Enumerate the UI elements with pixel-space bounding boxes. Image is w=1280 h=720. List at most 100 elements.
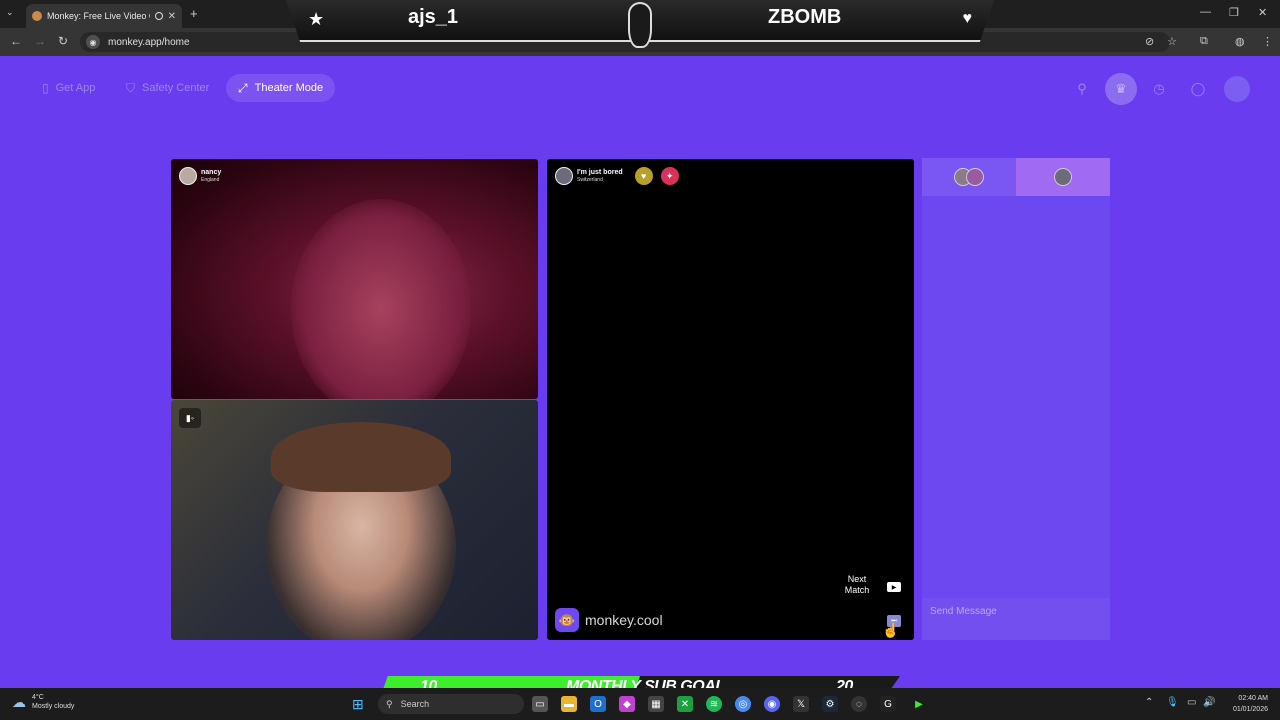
weather-temp: 4°C [32, 694, 44, 701]
camera-toggle-icon[interactable]: ▮◦ [179, 408, 201, 428]
maximize-icon[interactable]: ❐ [1229, 6, 1239, 19]
network-icon[interactable]: ▭ [1187, 697, 1196, 708]
chat-tab-nancy[interactable] [922, 158, 1016, 196]
weather-condition: Mostly cloudy [32, 703, 75, 710]
monkey-logo-icon: 🐵 [555, 608, 579, 632]
chat-panel: Send Message [922, 158, 1110, 640]
extensions-icon[interactable]: ⧉ [1200, 35, 1208, 48]
browser-tab[interactable]: Monkey: Free Live Video Ch ✕ [26, 4, 182, 28]
obs-icon[interactable]: ▶ [911, 696, 927, 712]
partner-label: nancy England [179, 167, 221, 185]
bookmark-star-icon[interactable]: ☆ [1167, 35, 1177, 48]
heart-icon: ♥ [962, 10, 973, 27]
store-icon[interactable]: ▦ [648, 696, 664, 712]
system-clock[interactable]: 02:40 AM 01/01/2026 [1233, 693, 1268, 715]
search-icon: ⚲ [386, 698, 393, 709]
brand-watermark: 🐵 monkey.cool [555, 608, 663, 632]
gift-badge-icon: ✦ [660, 167, 679, 185]
chat-avatar [966, 168, 984, 186]
expand-icon: ⤢ [238, 80, 248, 95]
mouse-cursor-icon: ☝ [882, 622, 900, 638]
partner-country: Switzerland [577, 176, 603, 183]
weather-widget[interactable]: ☁ 4°C Mostly cloudy [12, 693, 74, 711]
site-nav: ▯ Get App ⛉ Safety Center ⤢ Theater Mode… [0, 56, 1280, 120]
windows-start-icon[interactable]: ⊞ [352, 696, 364, 713]
heart-badge-icon: ♥ [634, 167, 653, 185]
minimize-icon[interactable]: — [1200, 6, 1211, 18]
partner-video-nancy: nancy England [171, 159, 538, 399]
chat-avatar [1054, 168, 1072, 186]
shield-icon: ⛉ [126, 80, 136, 95]
theater-mode-button[interactable]: ⤢ Theater Mode [226, 74, 336, 102]
cloud-icon: ☁ [12, 693, 26, 710]
partner-name: I'm just bored [577, 168, 623, 176]
monkey-favicon-icon [32, 11, 42, 21]
stream-overlay: ★ ajs_1 ZBOMB ♥ [286, 0, 994, 48]
taskbar-search-label: Search [400, 699, 430, 709]
search-icon[interactable]: ⚲ [1069, 76, 1095, 102]
video-subject-hair [271, 422, 451, 492]
url-text: monkey.app/home [108, 36, 190, 48]
partner-avatar [555, 167, 573, 185]
steam-icon[interactable]: ⚙ [822, 696, 838, 712]
tab-title: Monkey: Free Live Video Ch [47, 11, 150, 21]
partner-label: I'm just bored Switzerland ♥ ✦ [555, 167, 679, 185]
partner-avatar [179, 167, 197, 185]
site-info-icon[interactable]: ◉ [86, 35, 100, 49]
discord-icon[interactable]: ◉ [764, 696, 780, 712]
taskbar-search[interactable]: ⚲ Search [378, 694, 524, 714]
menu-icon[interactable]: ⋮ [1262, 35, 1273, 48]
xbox-icon[interactable]: ✕ [677, 696, 693, 712]
video-subject [291, 199, 471, 399]
windows-taskbar: ☁ 4°C Mostly cloudy ⊞ ⚲ Search ▭ ▬ O ◆ ▦… [0, 688, 1280, 720]
file-explorer-icon[interactable]: ▬ [561, 696, 577, 712]
close-tab-icon[interactable]: ✕ [168, 11, 176, 22]
send-message-input[interactable]: Send Message [922, 598, 1110, 640]
chat-bubble-icon[interactable]: ◯ [1185, 76, 1211, 102]
partner-country: England [201, 176, 220, 183]
chat-tab-bored[interactable] [1016, 158, 1110, 196]
overlay-right-name: ZBOMB [768, 6, 842, 28]
partner-video-bored: I'm just bored Switzerland ♥ ✦ Next Matc… [547, 159, 914, 640]
overlay-emblem-icon [628, 2, 652, 48]
chat-tabs [922, 158, 1110, 196]
microphone-icon[interactable]: 🎙 [1166, 697, 1179, 708]
partner-name: nancy [201, 168, 222, 176]
safety-center-button[interactable]: ⛉ Safety Center [114, 74, 221, 102]
get-app-label: Get App [55, 82, 96, 94]
profile-icon[interactable]: ◍ [1235, 35, 1245, 48]
app-icon[interactable]: ◌ [851, 696, 867, 712]
next-match-label: Next Match [844, 574, 870, 595]
reload-icon[interactable]: ↻ [58, 34, 68, 48]
recording-icon [154, 12, 163, 20]
clock-time: 02:40 AM [1238, 695, 1268, 702]
chrome-icon[interactable]: ◎ [735, 696, 751, 712]
outlook-icon[interactable]: O [590, 696, 606, 712]
task-view-icon[interactable]: ▭ [532, 696, 548, 712]
forward-icon[interactable]: → [34, 34, 46, 48]
back-icon[interactable]: ← [10, 34, 22, 48]
next-match-button[interactable]: ▶ [887, 582, 901, 592]
copilot-icon[interactable]: ◆ [619, 696, 635, 712]
spotify-icon[interactable]: ≋ [706, 696, 722, 712]
overlay-left-name: ajs_1 [408, 6, 459, 28]
history-icon[interactable]: ◷ [1146, 76, 1172, 102]
crown-icon[interactable]: ♛ [1105, 73, 1137, 105]
brand-text: monkey.cool [585, 612, 663, 628]
app-icon[interactable]: G [880, 696, 896, 712]
theater-mode-label: Theater Mode [254, 82, 324, 94]
volume-icon[interactable]: 🔊 [1203, 697, 1215, 708]
get-app-button[interactable]: ▯ Get App [30, 74, 107, 102]
user-avatar[interactable] [1224, 76, 1250, 102]
phone-icon: ▯ [42, 81, 49, 95]
tab-search-icon[interactable]: ⌄ [6, 7, 14, 18]
close-window-icon[interactable]: ✕ [1258, 6, 1267, 19]
safety-center-label: Safety Center [142, 82, 210, 94]
self-camera-video: ▮◦ [171, 400, 538, 640]
tray-chevron-icon[interactable]: ⌃ [1145, 697, 1153, 708]
eye-off-icon[interactable]: ⊘ [1145, 35, 1154, 48]
new-tab-icon[interactable]: + [190, 6, 198, 21]
clock-date: 01/01/2026 [1232, 706, 1268, 713]
star-icon: ★ [308, 9, 325, 29]
x-app-icon[interactable]: 𝕏 [793, 696, 809, 712]
